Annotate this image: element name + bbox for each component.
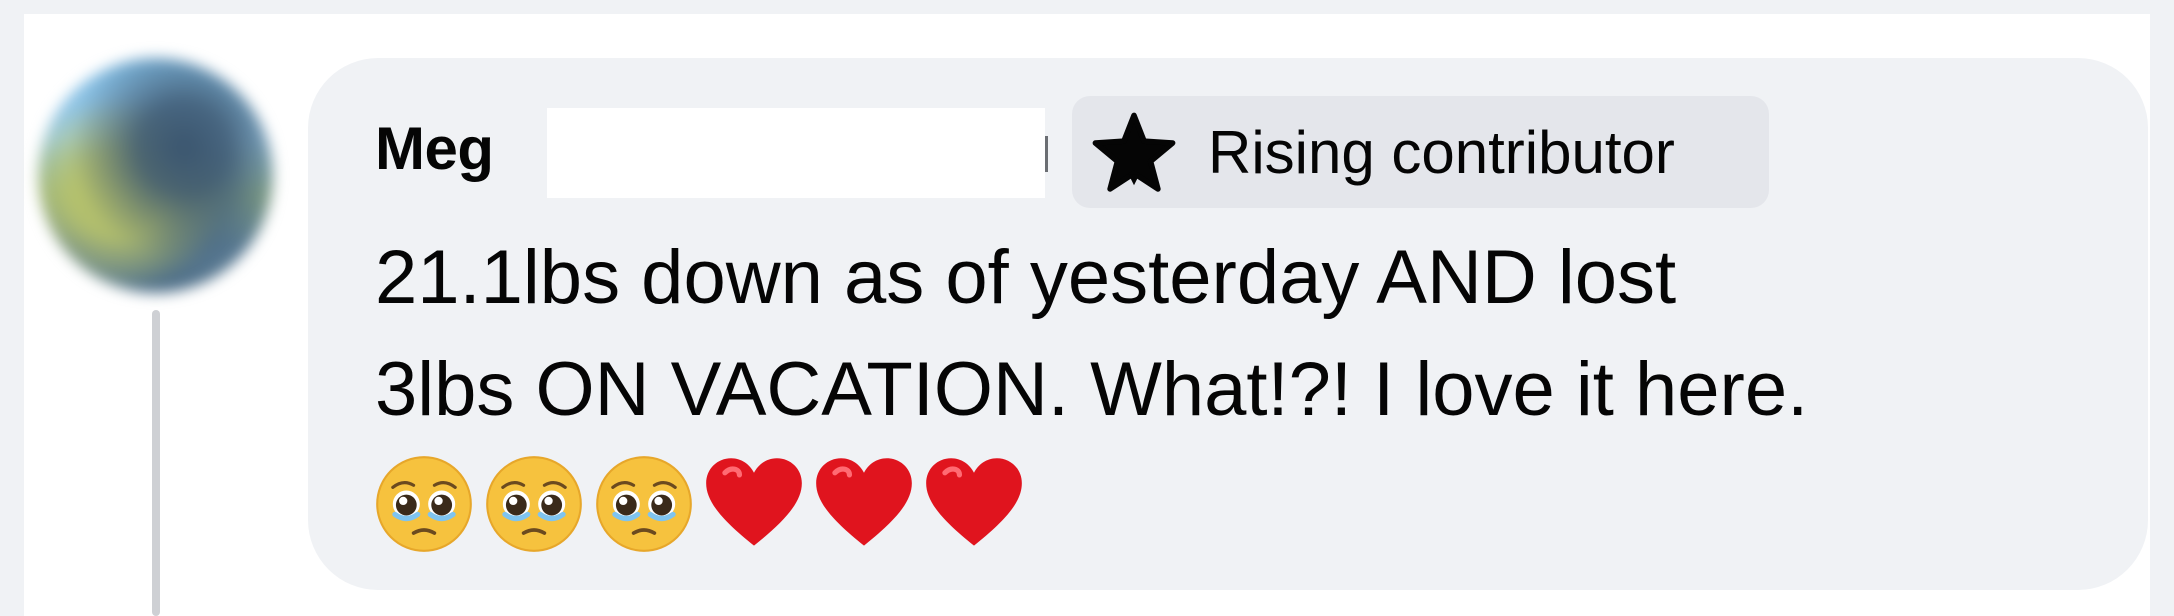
redacted-name-remnant bbox=[1045, 136, 1048, 172]
feed-background-left bbox=[0, 0, 24, 616]
pleading-face-emoji bbox=[486, 456, 582, 552]
badge-label: Rising contributor bbox=[1208, 119, 1675, 186]
comment-text-line-1: 21.1lbs down as of yesterday AND lost bbox=[375, 235, 1677, 320]
redacted-name-block bbox=[547, 108, 1045, 198]
star-icon bbox=[1092, 112, 1176, 192]
author-name[interactable]: Meg bbox=[375, 108, 494, 190]
emoji-row bbox=[372, 452, 1026, 562]
pleading-face-emoji bbox=[596, 456, 692, 552]
feed-background-top bbox=[0, 0, 2174, 14]
avatar[interactable] bbox=[38, 58, 273, 293]
red-heart-emoji bbox=[706, 458, 802, 546]
comment-text-line-2: 3lbs ON VACATION. What!?! I love it here… bbox=[375, 347, 1809, 432]
red-heart-emoji bbox=[816, 458, 912, 546]
pleading-face-emoji bbox=[376, 456, 472, 552]
red-heart-emoji bbox=[926, 458, 1022, 546]
reply-thread-line bbox=[152, 310, 160, 616]
feed-background-right bbox=[2150, 0, 2174, 616]
